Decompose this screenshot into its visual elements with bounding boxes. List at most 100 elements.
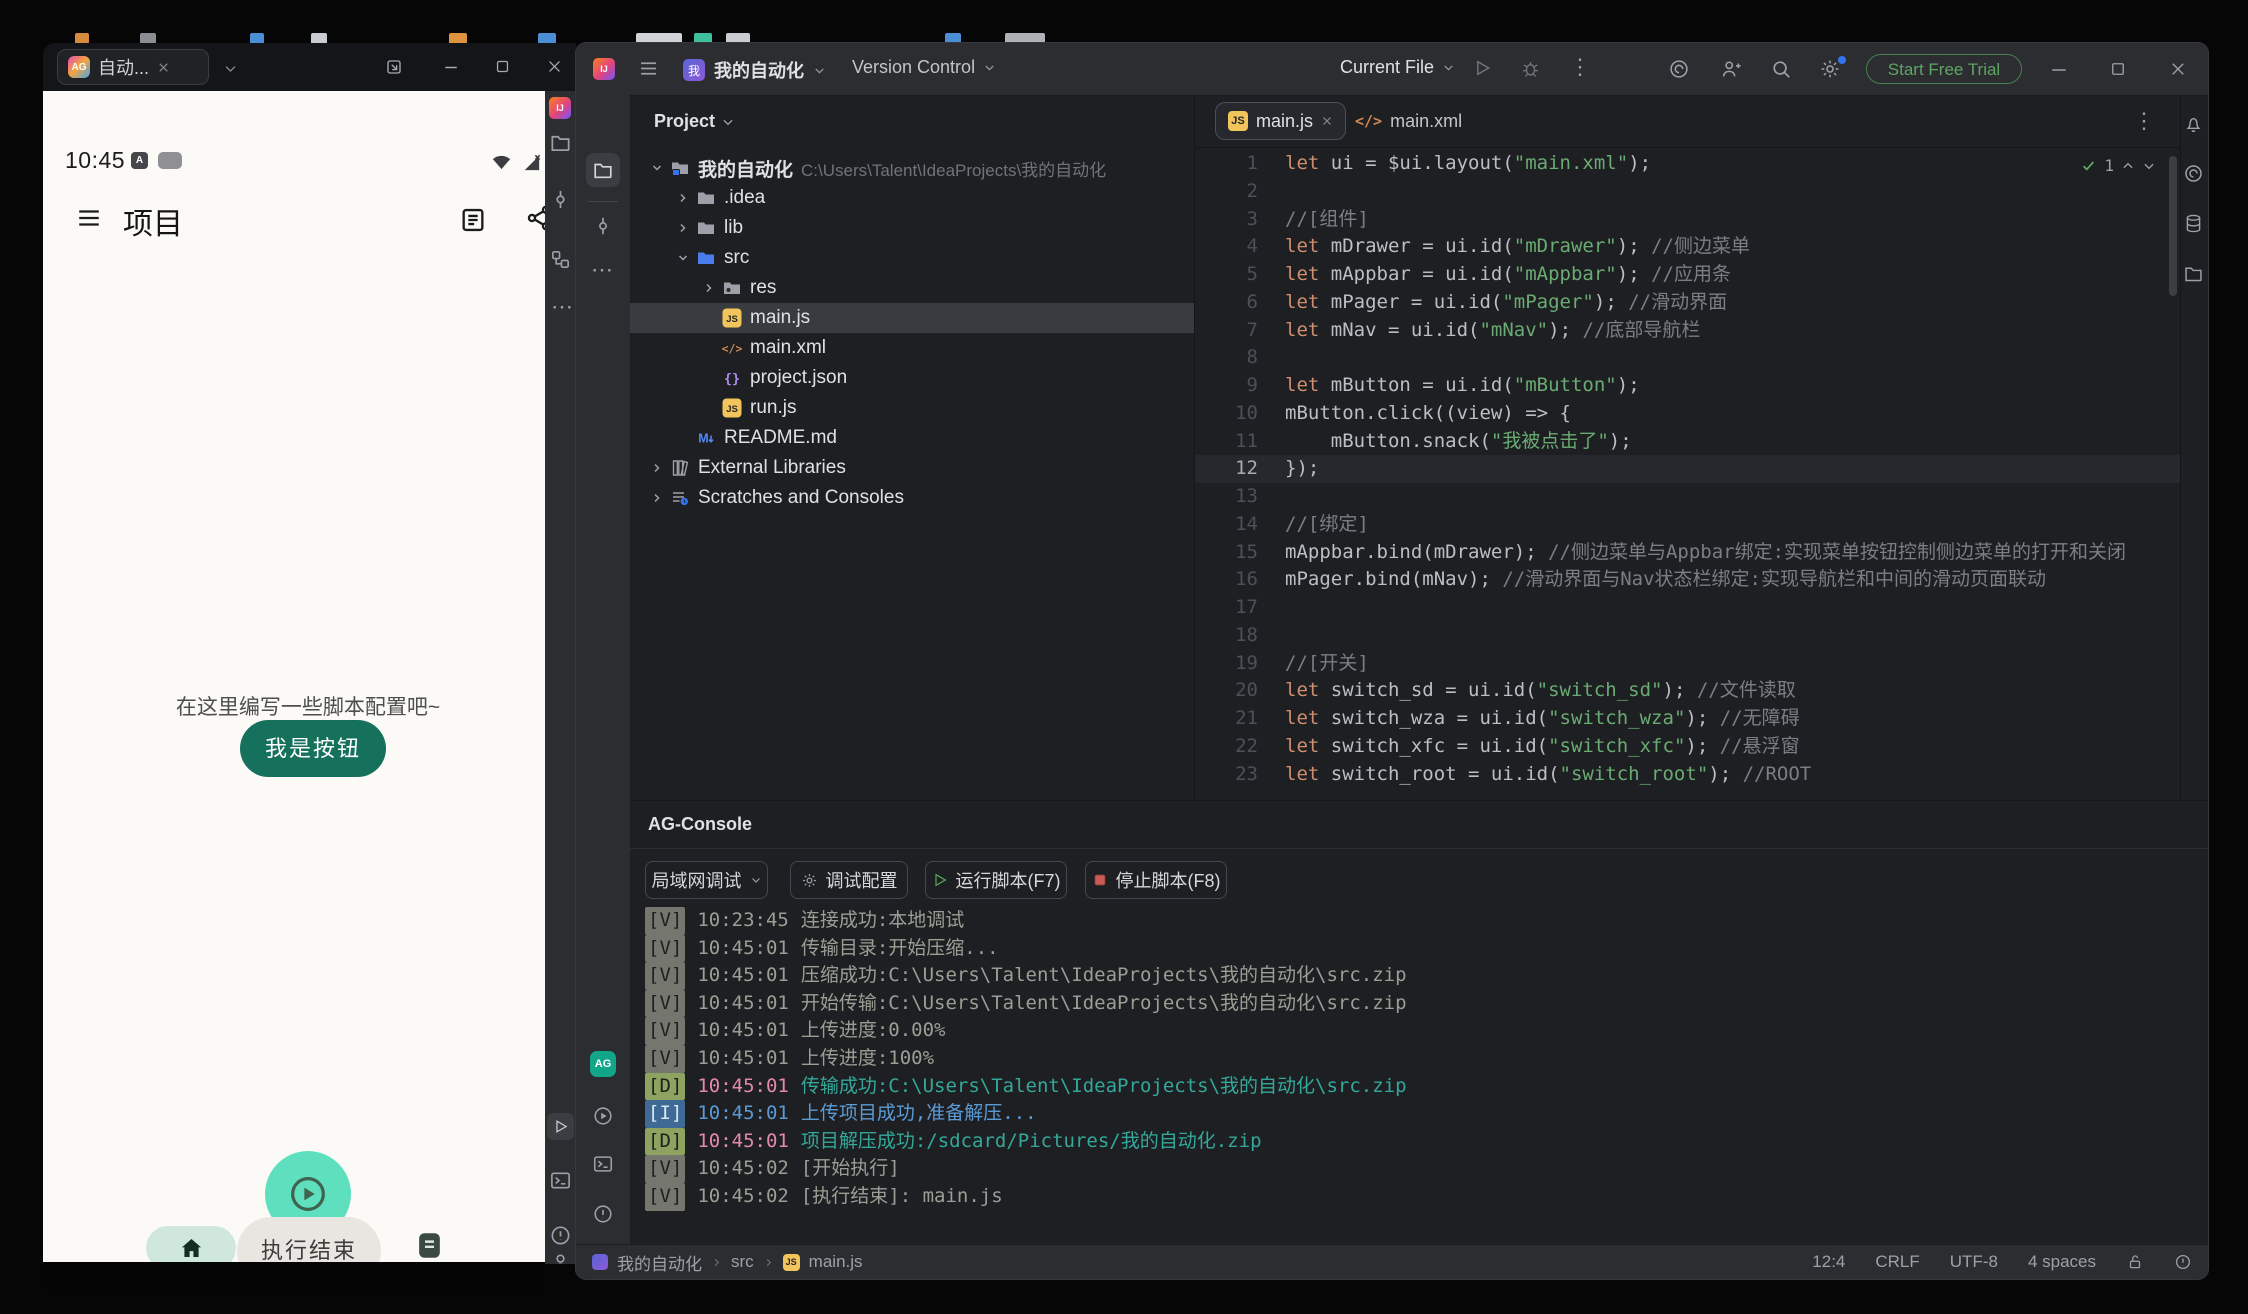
commit-tool-icon[interactable] <box>592 215 614 237</box>
profiler-icon[interactable] <box>549 1251 572 1264</box>
database-tool-icon[interactable] <box>2183 213 2204 234</box>
code-line-5[interactable]: 5 let mAppbar = ui.id("mAppbar"); //应用条 <box>1195 261 2180 289</box>
tree-chevron-icon[interactable] <box>672 190 694 206</box>
vcs-widget[interactable]: Version Control <box>852 57 996 78</box>
ai-assistant-tool-icon[interactable] <box>2183 163 2204 184</box>
line-separator[interactable]: CRLF <box>1875 1252 1919 1272</box>
structure-icon[interactable] <box>549 248 572 271</box>
minimize-icon[interactable] <box>442 61 460 74</box>
console-log-output[interactable]: [V] 10:23:45 连接成功:本地调试 [V] 10:45:01 传输目录:开始压缩… <box>645 907 2185 1211</box>
breadcrumb-project[interactable]: 我的自动化 <box>617 1250 702 1275</box>
tree-item-readme-md[interactable]: M README.md <box>630 423 1194 453</box>
code-line-11[interactable]: 11 mButton.snack("我被点击了"); <box>1195 428 2180 456</box>
run-script-button[interactable]: 运行脚本(F7) <box>925 861 1067 899</box>
run-tool-icon[interactable] <box>547 1113 574 1140</box>
code-line-2[interactable]: 2 <box>1195 178 2180 206</box>
code-line-23[interactable]: 23 let switch_root = ui.id("switch_root")… <box>1195 761 2180 789</box>
tab-close-icon[interactable] <box>1321 115 1333 127</box>
detach-window-icon[interactable] <box>385 58 403 76</box>
share-icon[interactable] <box>525 204 545 232</box>
project-panel-header[interactable]: Project <box>654 111 735 132</box>
project-tool-icon[interactable] <box>586 153 620 187</box>
tree-item-res-folder[interactable]: res <box>630 273 1194 303</box>
ag-console-tool-icon[interactable]: AG <box>590 1051 616 1077</box>
next-problem-icon[interactable] <box>2142 159 2156 173</box>
close-icon[interactable] <box>546 58 563 75</box>
prev-problem-icon[interactable] <box>2121 159 2135 173</box>
run-config-selector[interactable]: Current File <box>1340 57 1455 78</box>
tab-list-chevron-icon[interactable] <box>223 61 238 76</box>
code-line-6[interactable]: 6 let mPager = ui.id("mPager"); //滑动界面 <box>1195 289 2180 317</box>
code-line-21[interactable]: 21 let switch_wza = ui.id("switch_wza"); … <box>1195 705 2180 733</box>
code-with-me-icon[interactable] <box>1720 58 1742 80</box>
breadcrumb-file[interactable]: main.js <box>809 1252 863 1272</box>
code-line-10[interactable]: 10 mButton.click((view) => { <box>1195 400 2180 428</box>
code-line-15[interactable]: 15 mAppbar.bind(mDrawer); //侧边菜单与Appbar绑定… <box>1195 539 2180 567</box>
tree-item-src-folder[interactable]: src <box>630 243 1194 273</box>
code-line-3[interactable]: 3 //[组件] <box>1195 206 2180 234</box>
search-everywhere-icon[interactable] <box>1770 58 1792 80</box>
inspection-widget[interactable]: 1 <box>2080 156 2156 175</box>
code-line-7[interactable]: 7 let mNav = ui.id("mNav"); //底部导航栏 <box>1195 317 2180 345</box>
breadcrumb-src[interactable]: src <box>731 1252 754 1272</box>
editor-scrollbar[interactable] <box>2169 156 2177 296</box>
maximize-icon[interactable] <box>2109 60 2127 78</box>
code-line-16[interactable]: 16 mPager.bind(mNav); //滑动界面与Nav状态栏绑定:实现导… <box>1195 566 2180 594</box>
problems-tool-icon[interactable] <box>592 1203 614 1225</box>
commit-icon[interactable] <box>549 188 572 211</box>
device-explorer-tool-icon[interactable] <box>2183 263 2204 284</box>
stop-script-button[interactable]: 停止脚本(F8) <box>1085 861 1227 899</box>
more-actions-icon[interactable]: ⋮ <box>1569 56 1591 78</box>
code-line-4[interactable]: 4 let mDrawer = ui.id("mDrawer"); //侧边菜单 <box>1195 233 2180 261</box>
document-list-icon[interactable] <box>459 206 487 234</box>
close-icon[interactable] <box>2169 60 2187 78</box>
more-tools-icon[interactable]: ⋯ <box>591 259 613 281</box>
notifications-bell-icon[interactable] <box>2183 113 2204 134</box>
tab-close-icon[interactable] <box>157 61 170 74</box>
code-line-17[interactable]: 17 <box>1195 594 2180 622</box>
terminal-tool-icon[interactable] <box>592 1153 614 1175</box>
code-editor[interactable]: 1 let ui = $ui.layout("main.xml"); 2 3//[组件… <box>1195 148 2180 802</box>
tree-item-project-json[interactable]: {} project.json <box>630 363 1194 393</box>
tree-item-main-js[interactable]: JS main.js <box>630 303 1194 333</box>
ai-assistant-icon[interactable] <box>1668 58 1690 80</box>
debug-button-icon[interactable] <box>1520 58 1541 79</box>
tree-item-root[interactable]: 我的自动化 C:\Users\Talent\IdeaProjects\我的自动化 <box>630 153 1194 183</box>
debug-config-button[interactable]: 调试配置 <box>790 861 908 899</box>
file-encoding[interactable]: UTF-8 <box>1950 1252 1998 1272</box>
tab-options-icon[interactable]: ⋮ <box>2133 110 2155 132</box>
demo-button[interactable]: 我是按钮 <box>240 720 386 777</box>
tree-item-run-js[interactable]: JS run.js <box>630 393 1194 423</box>
project-folder-icon[interactable] <box>549 131 572 154</box>
code-line-8[interactable]: 8 <box>1195 344 2180 372</box>
tab-main-xml[interactable]: </> main.xml <box>1345 102 1472 140</box>
code-line-12[interactable]: 12}); <box>1195 455 2180 483</box>
error-indicator-icon[interactable] <box>2174 1253 2192 1271</box>
code-line-20[interactable]: 20 let switch_sd = ui.id("switch_sd"); //… <box>1195 677 2180 705</box>
tree-chevron-icon[interactable] <box>646 160 668 176</box>
caret-position[interactable]: 12:4 <box>1812 1252 1845 1272</box>
code-line-9[interactable]: 9 let mButton = ui.id("mButton"); <box>1195 372 2180 400</box>
drawer-menu-icon[interactable] <box>75 205 103 231</box>
code-line-1[interactable]: 1 let ui = $ui.layout("main.xml"); <box>1195 150 2180 178</box>
run-button-icon[interactable] <box>1472 58 1492 78</box>
tree-item-lib-folder[interactable]: lib <box>630 213 1194 243</box>
tree-chevron-icon[interactable] <box>698 280 720 296</box>
tree-chevron-icon[interactable] <box>646 490 668 506</box>
maximize-icon[interactable] <box>494 58 511 75</box>
tree-item-idea-folder[interactable]: .idea <box>630 183 1194 213</box>
tree-item-external-libraries[interactable]: External Libraries <box>630 453 1194 483</box>
code-line-13[interactable]: 13 <box>1195 483 2180 511</box>
debug-mode-dropdown[interactable]: 局域网调试 <box>645 861 768 899</box>
code-line-14[interactable]: 14 //[绑定] <box>1195 511 2180 539</box>
minimize-icon[interactable] <box>2049 67 2069 73</box>
terminal-icon[interactable] <box>549 1169 572 1192</box>
code-line-19[interactable]: 19 //[开关] <box>1195 650 2180 678</box>
indent-style[interactable]: 4 spaces <box>2028 1252 2096 1272</box>
nav-home-item[interactable] <box>146 1226 236 1262</box>
project-selector[interactable]: 我 我的自动化 <box>683 57 826 83</box>
phone-device-tab[interactable]: AG 自动... <box>57 49 209 85</box>
tab-main-js[interactable]: JS main.js <box>1215 102 1347 140</box>
tree-chevron-icon[interactable] <box>672 250 694 266</box>
services-tool-icon[interactable] <box>592 1105 614 1127</box>
